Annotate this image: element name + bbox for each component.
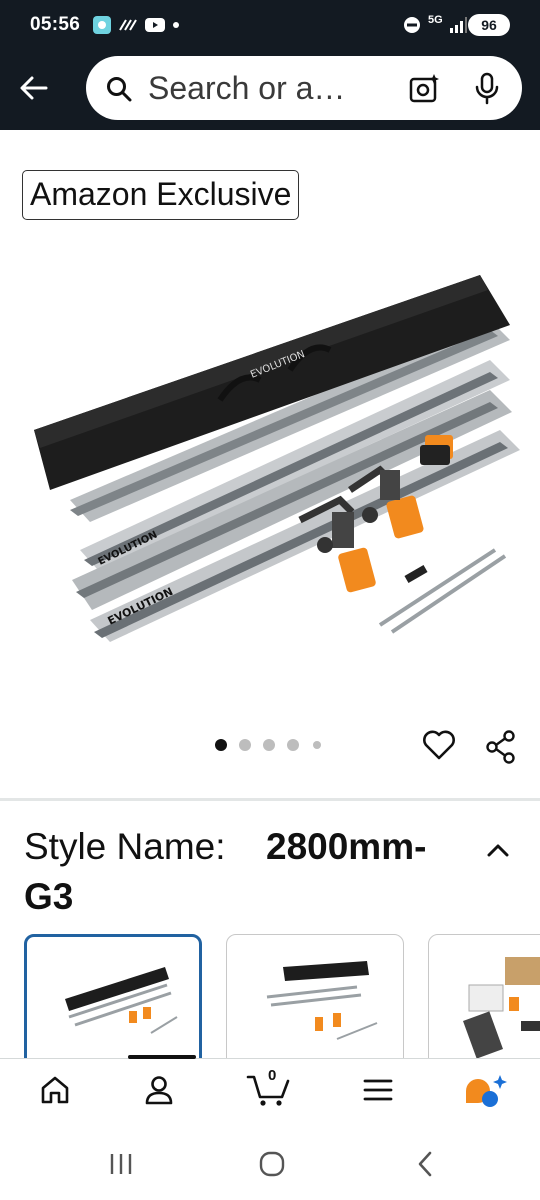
cart-button[interactable]: 0 — [246, 1067, 292, 1107]
header: Search or a… — [0, 52, 540, 130]
carousel-dot-1[interactable] — [215, 739, 227, 751]
search-bar[interactable]: Search or a… — [86, 56, 522, 120]
style-option-image — [266, 961, 378, 1040]
search-icon — [107, 77, 132, 102]
status-time: 05:56 — [30, 14, 81, 35]
cart-count: 0 — [268, 1067, 277, 1084]
network-type: 5G — [428, 14, 443, 26]
carousel-dot-5[interactable] — [313, 741, 321, 749]
home-button-icon[interactable] — [258, 1150, 286, 1178]
do-not-disturb-icon — [404, 17, 420, 33]
share-icon[interactable] — [484, 730, 518, 764]
recent-apps-icon[interactable] — [106, 1150, 136, 1178]
style-name-value-continued: G3 — [24, 876, 74, 917]
wifi-calling-icon — [119, 19, 137, 31]
section-divider — [0, 798, 540, 801]
carousel-dot-2[interactable] — [239, 739, 251, 751]
photo-notification-icon — [93, 16, 111, 34]
style-option-image — [65, 967, 178, 1034]
microphone-icon[interactable] — [474, 72, 500, 106]
search-input[interactable]: Search or a… — [148, 70, 345, 107]
product-main-image[interactable]: EVOLUTION EVOLUTION EVOLUTION — [20, 250, 530, 710]
active-tab-indicator — [128, 1055, 196, 1059]
home-icon[interactable] — [38, 1073, 72, 1107]
carousel-dot-3[interactable] — [263, 739, 275, 751]
heart-icon[interactable] — [422, 728, 456, 762]
style-name-value: 2800mm- — [266, 826, 427, 867]
style-option-image — [463, 957, 540, 1059]
carousel-dot-4[interactable] — [287, 739, 299, 751]
chevron-up-icon[interactable] — [486, 842, 510, 858]
camera-search-icon[interactable] — [408, 73, 440, 105]
more-notifications-dot-icon — [173, 22, 179, 28]
system-back-icon[interactable] — [414, 1150, 436, 1178]
bottom-navigation: 0 — [0, 1055, 540, 1128]
style-option-2[interactable] — [226, 934, 404, 1068]
menu-icon[interactable] — [362, 1073, 394, 1107]
account-icon[interactable] — [142, 1073, 176, 1107]
system-navigation-bar — [0, 1128, 540, 1200]
back-arrow-icon[interactable] — [14, 68, 54, 108]
style-name-label: Style Name: — [24, 826, 226, 867]
rufus-ai-icon[interactable] — [462, 1073, 508, 1111]
style-option-1[interactable] — [24, 934, 202, 1068]
style-option-3[interactable] — [428, 934, 540, 1068]
signal-icon — [450, 17, 467, 33]
amazon-exclusive-badge: Amazon Exclusive — [22, 170, 300, 220]
youtube-icon — [145, 18, 165, 32]
status-bar: 05:56 5G 96 — [0, 0, 540, 52]
battery-indicator: 96 — [468, 14, 510, 36]
